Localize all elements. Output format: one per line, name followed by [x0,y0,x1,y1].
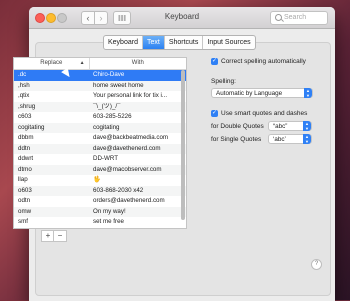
with-cell[interactable]: Where's that bag? [89,228,186,229]
checkmark-icon: ✓ [211,110,218,116]
table-row[interactable]: dbbm dave@backbeatmedia.com [14,133,186,144]
tab-shortcuts[interactable]: Shortcuts [165,36,204,49]
with-cell[interactable]: dave@backbeatmedia.com [89,133,186,144]
table-row[interactable]: dtmo dave@macobserver.com [14,164,186,176]
replace-cell[interactable]: ddtn [14,144,89,155]
with-cell[interactable]: Chiro-Dave [89,70,186,81]
single-quotes-select[interactable]: ‘abc’ ▲ ▼ [268,134,312,144]
chevron-updown-icon: ▲ ▼ [303,121,311,131]
title-bar: ‹ › Keyboard Search [29,7,335,29]
replace-cell[interactable]: o603 [14,186,89,197]
replace-cell[interactable]: ,hsh [14,81,89,92]
column-header-replace[interactable]: Replace ▲ [14,58,90,69]
text-replacement-table[interactable]: Replace ▲ With .dc Chiro-Dave ,hsh home swee… [13,57,187,229]
tab-text[interactable]: Text [142,36,165,49]
with-cell[interactable]: 🖖 [89,175,186,186]
double-quotes-label: for Double Quotes [211,123,264,130]
replace-cell[interactable]: llap [14,175,89,186]
table-row[interactable]: odtn orders@davethenerd.com [14,196,186,207]
with-cell[interactable]: 603-285-5226 [89,112,186,123]
table-row[interactable]: ddwrt DD-WRT [14,154,186,165]
search-icon [275,14,282,21]
table-row[interactable]: cogitating cogitating [14,122,186,134]
with-cell[interactable]: home sweet home [89,81,186,92]
sort-ascending-icon: ▲ [79,60,85,66]
replace-cell[interactable]: ddwrt [14,154,89,165]
table-row[interactable]: ,qtix Your personal link for tix i... [14,91,186,102]
table-row[interactable]: ddtn dave@davethenerd.com [14,143,186,155]
table-row[interactable]: .dc Chiro-Dave [14,70,186,81]
correct-spelling-checkbox[interactable]: ✓ [211,58,218,65]
spelling-language-select[interactable]: Automatic by Language ▲ ▼ [211,88,313,98]
with-cell[interactable]: ¯\_(ツ)_/¯ [89,102,186,113]
column-header-with[interactable]: With [90,58,186,69]
correct-spelling-label: Correct spelling automatically [221,58,306,65]
table-body: .dc Chiro-Dave ,hsh home sweet home ,qtix You… [14,70,186,229]
scrollbar[interactable] [181,70,185,220]
help-button[interactable]: ? [311,259,322,270]
checkmark-icon: ✓ [211,58,218,64]
replace-cell[interactable]: .dc [14,70,89,81]
smart-quotes-checkbox[interactable]: ✓ [211,110,218,117]
replace-cell[interactable]: ,shrug [14,102,89,113]
with-cell[interactable]: 603-868-2030 x42 [89,186,186,197]
replace-cell[interactable]: cogitating [14,123,89,134]
tab-keyboard[interactable]: Keyboard [104,36,143,49]
table-row[interactable]: llap 🖖 [14,175,186,186]
table-header: Replace ▲ With [14,58,186,70]
table-row[interactable]: o603 603-868-2030 x42 [14,185,186,197]
single-quotes-value: ‘abc’ [273,136,286,143]
tab-input-sources[interactable]: Input Sources [203,36,254,49]
replace-cell[interactable]: c603 [14,112,89,123]
table-row[interactable]: c603 603-285-5226 [14,112,186,123]
with-cell[interactable]: On my way! [89,207,186,218]
with-cell[interactable]: dave@davethenerd.com [89,144,186,155]
with-cell[interactable]: Your personal link for tix i... [89,91,186,102]
chevron-updown-icon: ▲ ▼ [303,134,311,144]
single-quotes-label: for Single Quotes [211,136,262,143]
double-quotes-select[interactable]: “abc” ▲ ▼ [268,121,312,131]
table-row[interactable]: omw On my way! [14,206,186,218]
spelling-label: Spelling: [211,78,236,85]
search-placeholder: Search [284,14,307,21]
table-row[interactable]: wtbWhere's that bag? [14,227,186,229]
replace-cell[interactable]: omw [14,207,89,218]
replace-cell[interactable]: dbbm [14,133,89,144]
smart-quotes-label: Use smart quotes and dashes [221,110,308,117]
replace-cell[interactable]: odtn [14,196,89,207]
with-cell[interactable]: orders@davethenerd.com [89,196,186,207]
tab-bar: Keyboard Text Shortcuts Input Sources [103,35,256,50]
with-cell[interactable]: cogitating [89,123,186,134]
table-row[interactable]: smf set me free [14,217,186,228]
replace-cell[interactable]: smf [14,217,89,228]
replace-cell[interactable]: wtb [14,228,89,229]
replace-cell[interactable]: ,qtix [14,91,89,102]
chevron-updown-icon: ▲ ▼ [304,88,312,98]
table-row[interactable]: ,shrug ¯\_(ツ)_/¯ [14,101,186,113]
with-cell[interactable]: set me free [89,217,186,228]
table-row[interactable]: ,hsh home sweet home [14,80,186,92]
remove-button[interactable]: − [53,230,67,242]
double-quotes-value: “abc” [273,123,288,130]
with-cell[interactable]: dave@macobserver.com [89,165,186,176]
spelling-language-value: Automatic by Language [216,90,283,97]
replace-cell[interactable]: dtmo [14,165,89,176]
search-field[interactable]: Search [270,11,328,25]
with-cell[interactable]: DD-WRT [89,154,186,165]
